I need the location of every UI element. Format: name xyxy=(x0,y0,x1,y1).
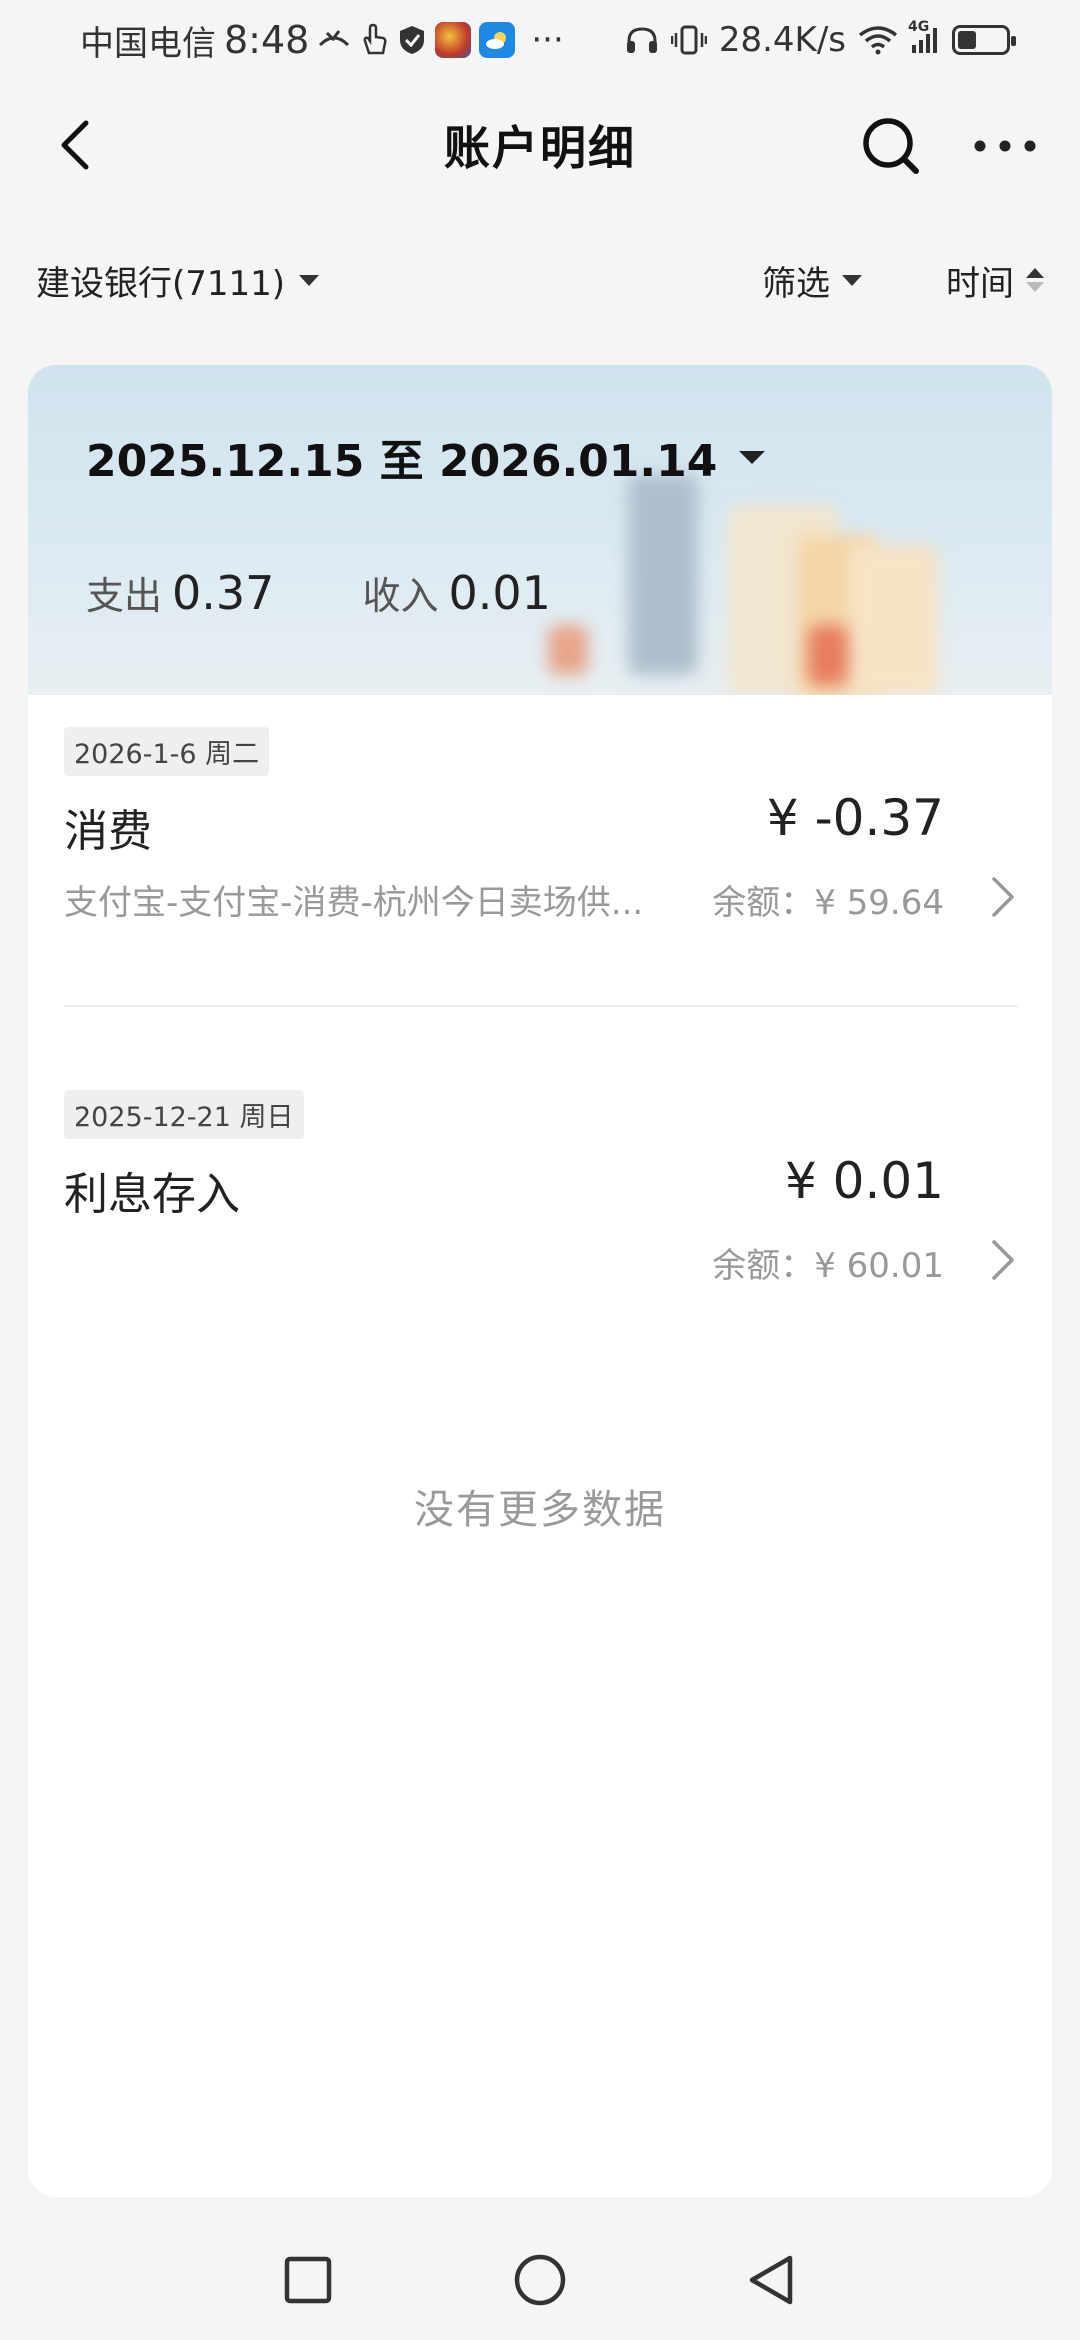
chevron-left-icon xyxy=(61,120,89,170)
summary-header: 2025.12.15 至 2026.01.14 支出 0.37 收入 0.01 xyxy=(28,365,1052,695)
carrier-label: 中国电信 xyxy=(80,23,216,64)
battery-icon xyxy=(952,25,1016,55)
account-label: 建设银行(7111) xyxy=(36,263,286,304)
chevron-right-icon xyxy=(992,877,1014,917)
filter-button[interactable]: 筛选 xyxy=(762,256,862,305)
page-title: 账户明细 xyxy=(444,121,636,175)
weather-app-icon xyxy=(479,22,516,58)
more-horizontal-icon xyxy=(974,140,1036,152)
background-decoration xyxy=(548,625,588,675)
transaction-balance: 余额：¥ 60.01 xyxy=(712,1246,944,1286)
transaction-balance: 余额：¥ 59.64 xyxy=(712,883,944,923)
caret-down-icon xyxy=(299,274,320,286)
caret-down-icon xyxy=(739,450,766,464)
filter-label: 筛选 xyxy=(762,263,830,304)
nav-bar: 账户明细 xyxy=(0,95,1080,195)
transaction-title: 利息存入 xyxy=(64,1169,240,1220)
date-range-selector[interactable]: 2025.12.15 至 2026.01.14 xyxy=(86,425,766,489)
background-decoration xyxy=(848,545,938,695)
background-decoration xyxy=(628,475,698,675)
system-nav-bar xyxy=(0,2222,1080,2340)
battery-level xyxy=(958,31,976,49)
wifi-icon xyxy=(858,25,898,55)
date-tag: 2026-1-6 周二 xyxy=(64,727,270,776)
caret-down-icon xyxy=(842,274,862,286)
transaction-description: 支付宝-支付宝-消费-杭州今日卖场供... xyxy=(64,883,644,923)
time-sort-label: 时间 xyxy=(946,263,1014,304)
game-app-icon xyxy=(435,22,472,58)
more-button[interactable] xyxy=(970,115,1040,177)
cellular-signal-icon: 4G xyxy=(908,19,940,55)
net-speed: 28.4K/s xyxy=(718,20,846,60)
status-overflow: ··· xyxy=(531,20,564,60)
missed-call-icon xyxy=(317,25,351,55)
sort-icon xyxy=(1026,268,1044,292)
headphones-icon xyxy=(625,25,659,55)
income-total: 收入 0.01 xyxy=(362,565,550,620)
expense-total: 支出 0.37 xyxy=(86,565,274,620)
search-button[interactable] xyxy=(860,115,922,177)
divider xyxy=(64,1005,1018,1007)
clock: 8:48 xyxy=(224,18,310,62)
filter-row: 建设银行(7111) 筛选 时间 xyxy=(0,240,1080,320)
income-value: 0.01 xyxy=(448,566,551,620)
search-icon xyxy=(863,118,919,174)
status-left: 中国电信 8:48 ··· xyxy=(80,16,564,65)
date-range-label: 2025.12.15 至 2026.01.14 xyxy=(86,436,718,487)
back-button[interactable] xyxy=(50,117,106,173)
recent-apps-button[interactable] xyxy=(280,2252,336,2308)
back-nav-button[interactable] xyxy=(744,2252,800,2308)
vibrate-icon xyxy=(670,24,707,56)
transaction-row[interactable]: 利息存入 ¥ 0.01 余额：¥ 60.01 xyxy=(28,1152,1052,1308)
transaction-amount: ¥ -0.37 xyxy=(766,789,944,847)
status-bar: 中国电信 8:48 ··· 28.4K/s 4G xyxy=(0,0,1080,80)
income-label: 收入 xyxy=(362,574,439,618)
transaction-amount: ¥ 0.01 xyxy=(784,1152,944,1210)
transaction-row[interactable]: 消费 ¥ -0.37 支付宝-支付宝-消费-杭州今日卖场供... 余额：¥ 59… xyxy=(28,789,1052,945)
background-decoration xyxy=(808,625,848,685)
summary-totals: 支出 0.37 收入 0.01 xyxy=(86,565,551,620)
transactions-card: 2025.12.15 至 2026.01.14 支出 0.37 收入 0.01 … xyxy=(28,365,1052,2197)
shield-icon xyxy=(397,24,427,56)
network-type: 4G xyxy=(908,19,930,35)
date-tag: 2025-12-21 周日 xyxy=(64,1090,304,1139)
no-more-data-label: 没有更多数据 xyxy=(414,1487,666,1533)
expense-value: 0.37 xyxy=(172,566,275,620)
touch-icon xyxy=(359,23,389,57)
time-sort-button[interactable]: 时间 xyxy=(946,256,1044,305)
transaction-title: 消费 xyxy=(64,806,152,857)
expense-label: 支出 xyxy=(86,574,163,618)
status-right: 28.4K/s 4G xyxy=(625,19,1016,60)
chevron-right-icon xyxy=(992,1240,1014,1280)
filter-actions: 筛选 时间 xyxy=(762,256,1044,305)
account-selector[interactable]: 建设银行(7111) xyxy=(36,256,320,305)
home-button[interactable] xyxy=(512,2252,568,2308)
